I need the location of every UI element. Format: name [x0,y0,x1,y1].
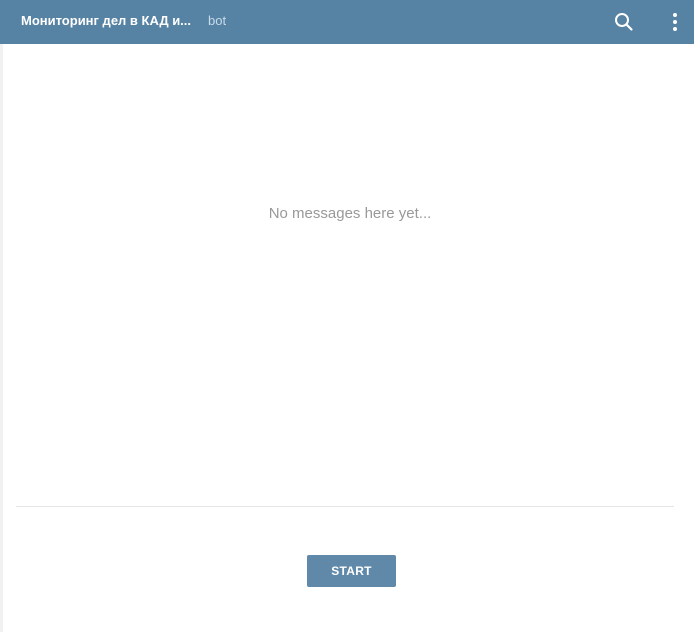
more-vertical-icon [673,13,677,31]
search-button[interactable] [606,0,642,44]
chat-title[interactable]: Мониторинг дел в КАД и... [21,13,191,28]
left-border [0,44,3,632]
chat-header: Мониторинг дел в КАД и... bot [0,0,694,44]
empty-chat-placeholder: No messages here yet... [268,205,432,222]
more-options-button[interactable] [657,0,693,44]
search-icon [615,13,633,31]
chat-subtitle: bot [208,13,227,28]
start-button[interactable]: START [307,555,396,587]
composer-divider [16,506,674,507]
chat-window: Мониторинг дел в КАД и... bot No message… [0,0,694,632]
